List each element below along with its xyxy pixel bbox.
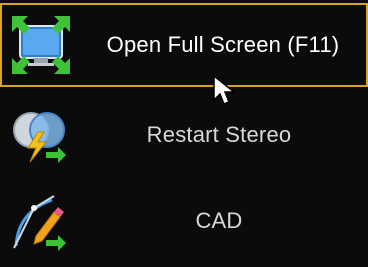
- menu-item-cad[interactable]: CAD: [0, 178, 368, 264]
- context-menu: Open Full Screen (F11) Restart Stereo CA…: [0, 0, 368, 267]
- menu-item-restart-stereo[interactable]: Restart Stereo: [0, 92, 368, 178]
- menu-item-label: Open Full Screen (F11): [106, 32, 340, 57]
- cad-icon: [8, 190, 70, 252]
- menu-item-label: Restart Stereo: [146, 122, 292, 147]
- menu-item-open-full-screen[interactable]: Open Full Screen (F11): [0, 3, 368, 87]
- mouse-cursor-icon: [213, 74, 237, 105]
- menu-item-label: CAD: [195, 208, 243, 233]
- fullscreen-icon: [10, 14, 72, 76]
- restart-stereo-icon: [8, 104, 70, 166]
